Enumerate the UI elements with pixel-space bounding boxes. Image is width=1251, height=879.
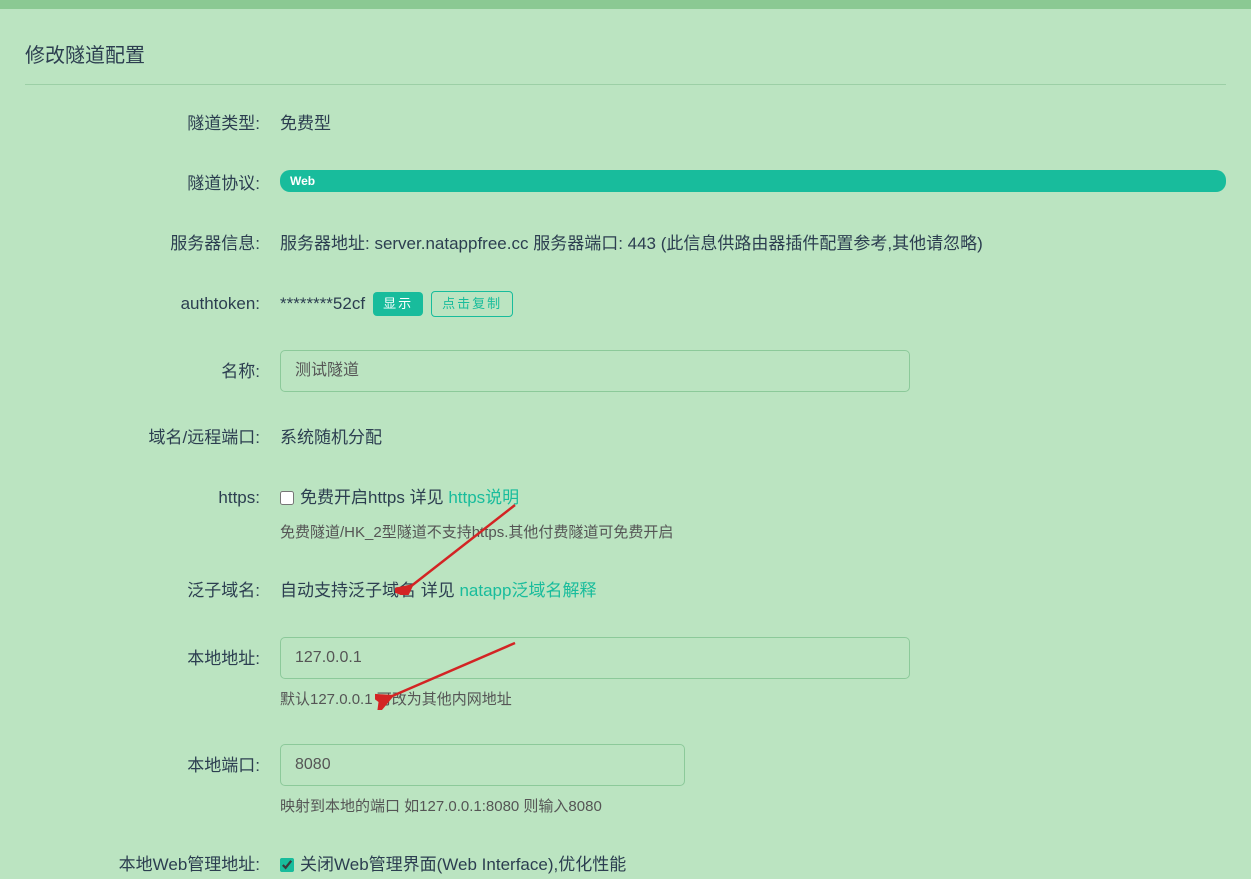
row-server-info: 服务器信息: 服务器地址: server.natappfree.cc 服务器端口…	[25, 230, 1226, 258]
label-tunnel-type: 隧道类型:	[187, 114, 260, 133]
header-strip	[0, 0, 1251, 9]
show-button[interactable]: 显示	[373, 292, 423, 316]
https-checkbox-label: 免费开启https 详见 https说明	[300, 484, 519, 512]
main-container: 修改隧道配置 隧道类型: 免费型 隧道协议: Web 服务器信息: 服务器地址:…	[0, 9, 1251, 879]
value-domain-port: 系统随机分配	[280, 424, 1226, 452]
label-web-admin: 本地Web管理地址:	[119, 855, 260, 874]
row-authtoken: authtoken: ********52cf 显示 点击复制	[25, 290, 1226, 318]
row-web-admin: 本地Web管理地址: 关闭Web管理界面(Web Interface),优化性能	[25, 851, 1226, 879]
subdomain-link[interactable]: natapp泛域名解释	[459, 581, 596, 600]
label-domain-port: 域名/远程端口:	[149, 428, 260, 447]
value-authtoken: ********52cf	[280, 290, 365, 318]
subdomain-text: 自动支持泛子域名 详见	[280, 581, 459, 600]
label-local-addr: 本地地址:	[187, 649, 260, 668]
https-help: 免费隧道/HK_2型隧道不支持https.其他付费隧道可免费开启	[280, 522, 1226, 545]
protocol-badge: Web	[280, 170, 1226, 192]
label-authtoken: authtoken:	[181, 294, 260, 313]
label-https: https:	[218, 488, 260, 507]
row-domain-port: 域名/远程端口: 系统随机分配	[25, 424, 1226, 452]
subdomain-text-row: 自动支持泛子域名 详见 natapp泛域名解释	[280, 577, 1226, 605]
value-tunnel-type: 免费型	[280, 110, 1226, 138]
https-link[interactable]: https说明	[448, 488, 519, 507]
row-https: https: 免费开启https 详见 https说明 免费隧道/HK_2型隧道…	[25, 484, 1226, 545]
label-name: 名称:	[221, 362, 260, 381]
web-admin-checkbox[interactable]	[280, 858, 294, 872]
https-checkbox[interactable]	[280, 491, 294, 505]
web-admin-label: 关闭Web管理界面(Web Interface),优化性能	[300, 851, 626, 879]
value-server-info: 服务器地址: server.natappfree.cc 服务器端口: 443 (…	[280, 230, 1226, 258]
page-title: 修改隧道配置	[25, 39, 1226, 85]
label-subdomain: 泛子域名:	[187, 581, 260, 600]
row-name: 名称:	[25, 350, 1226, 392]
row-local-addr: 本地地址: 默认127.0.0.1 可改为其他内网地址	[25, 637, 1226, 712]
label-server-info: 服务器信息:	[170, 234, 260, 253]
label-tunnel-protocol: 隧道协议:	[187, 174, 260, 193]
name-input[interactable]	[280, 350, 910, 392]
local-addr-input[interactable]	[280, 637, 910, 679]
row-local-port: 本地端口: 映射到本地的端口 如127.0.0.1:8080 则输入8080	[25, 744, 1226, 819]
row-tunnel-type: 隧道类型: 免费型	[25, 110, 1226, 138]
local-addr-help: 默认127.0.0.1 可改为其他内网地址	[280, 689, 1226, 712]
row-tunnel-protocol: 隧道协议: Web	[25, 170, 1226, 198]
row-subdomain: 泛子域名: 自动支持泛子域名 详见 natapp泛域名解释	[25, 577, 1226, 605]
https-text: 免费开启https 详见	[300, 488, 448, 507]
label-local-port: 本地端口:	[187, 756, 260, 775]
copy-button[interactable]: 点击复制	[431, 291, 513, 317]
local-port-input[interactable]	[280, 744, 685, 786]
local-port-help: 映射到本地的端口 如127.0.0.1:8080 则输入8080	[280, 796, 1226, 819]
